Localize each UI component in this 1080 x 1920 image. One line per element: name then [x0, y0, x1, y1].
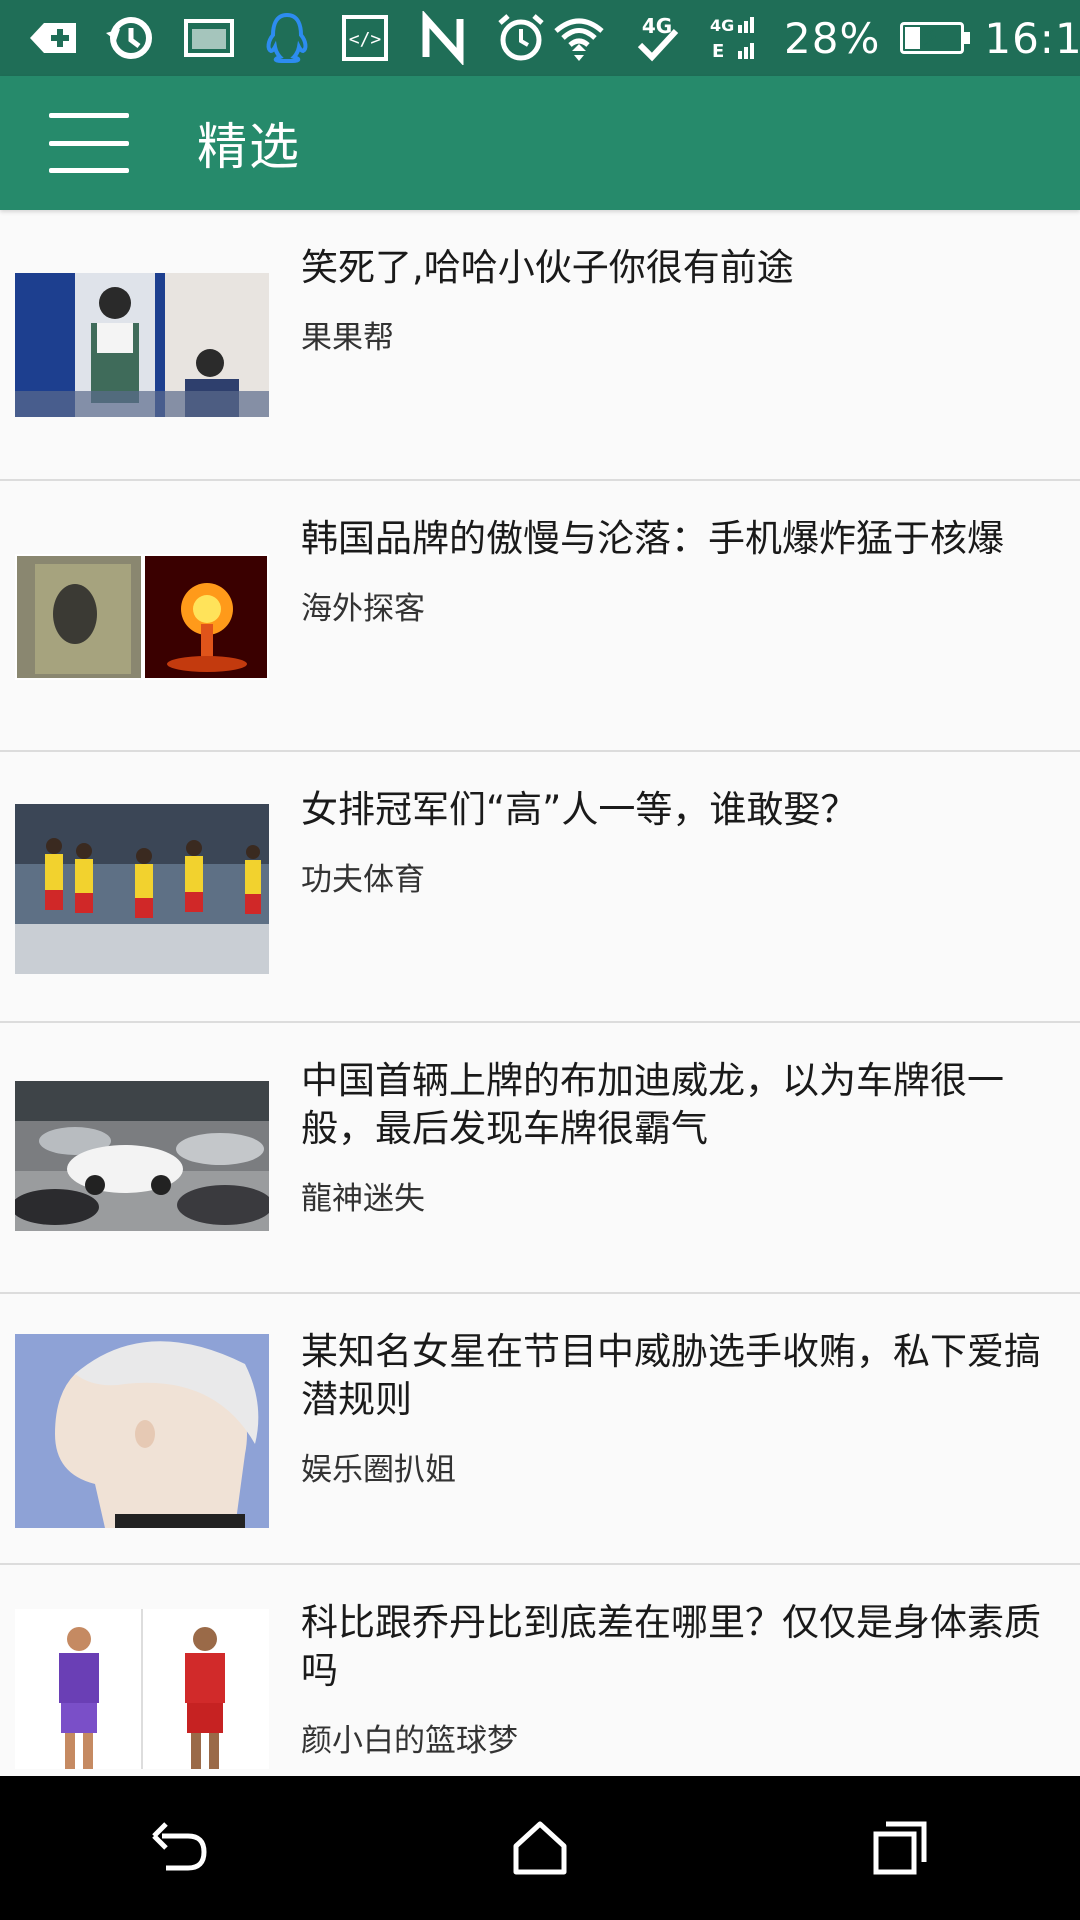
- article-item[interactable]: 科比跟乔丹比到底差在哪里？仅仅是身体素质吗 颜小白的篮球梦: [0, 1565, 1080, 1776]
- clock: 16:10: [984, 13, 1080, 63]
- menu-line: [49, 168, 129, 173]
- article-title: 中国首辆上牌的布加迪威龙，以为车牌很一般，最后发现车牌很霸气: [301, 1059, 1004, 1150]
- article-text: 中国首辆上牌的布加迪威龙，以为车牌很一般，最后发现车牌很霸气 龍神迷失: [301, 1057, 1066, 1218]
- app-bar: 精选: [0, 76, 1080, 210]
- menu-line: [49, 140, 129, 146]
- charging-icon: ⚡: [921, 23, 940, 53]
- article-thumbnail: [15, 554, 269, 680]
- svg-text:</>: </>: [349, 29, 382, 50]
- article-item[interactable]: 某知名女星在节目中威胁选手收贿，私下爱搞潜规则 娱乐圈扒姐: [0, 1294, 1080, 1565]
- article-thumbnail: [15, 1334, 269, 1528]
- article-source: 功夫体育: [301, 862, 425, 898]
- article-text: 笑死了,哈哈小伙子你很有前途 果果帮: [301, 244, 1066, 357]
- battery-percent: 28%: [784, 13, 881, 63]
- nfc-icon: [414, 9, 472, 67]
- recents-icon[interactable]: [840, 1788, 960, 1908]
- article-source: 龍神迷失: [301, 1181, 425, 1217]
- article-title: 某知名女星在节目中威胁选手收贿，私下爱搞潜规则: [301, 1330, 1041, 1421]
- system-status: 4G 4G E 28% ⚡ 16:10: [550, 9, 1080, 67]
- article-item[interactable]: 女排冠军们“高”人一等，谁敢娶？ 功夫体育: [0, 752, 1080, 1023]
- status-bar: </> 4G 4G E 28% ⚡ 16:10: [0, 0, 1080, 76]
- code-icon: </>: [336, 9, 394, 67]
- back-icon[interactable]: [120, 1788, 240, 1908]
- svg-text:4G: 4G: [642, 14, 672, 38]
- sync-icon: [102, 9, 160, 67]
- alarm-icon: [492, 9, 550, 67]
- article-feed[interactable]: 笑死了,哈哈小伙子你很有前途 果果帮 韩国品牌的傲慢与沦落：手机爆炸猛于核爆 海…: [0, 210, 1080, 1776]
- qq-icon: [258, 9, 316, 67]
- signal-icon: 4G E: [706, 9, 764, 67]
- wifi-icon: [550, 9, 608, 67]
- svg-text:4G: 4G: [710, 16, 734, 35]
- article-text: 科比跟乔丹比到底差在哪里？仅仅是身体素质吗 颜小白的篮球梦: [301, 1599, 1066, 1760]
- svg-text:E: E: [712, 41, 724, 62]
- battery-icon: ⚡: [900, 22, 971, 54]
- article-title: 女排冠军们“高”人一等，谁敢娶？: [301, 788, 858, 831]
- article-thumbnail: [15, 804, 269, 974]
- article-title: 笑死了,哈哈小伙子你很有前途: [301, 246, 794, 289]
- 4g-icon: 4G: [628, 9, 686, 67]
- article-thumbnail: [15, 1609, 269, 1769]
- article-source: 娱乐圈扒姐: [301, 1452, 456, 1488]
- article-source: 颜小白的篮球梦: [301, 1723, 518, 1759]
- notification-icons: </>: [24, 9, 550, 67]
- page-title: 精选: [197, 118, 301, 176]
- article-item[interactable]: 韩国品牌的傲慢与沦落：手机爆炸猛于核爆 海外探客: [0, 481, 1080, 752]
- article-item[interactable]: 中国首辆上牌的布加迪威龙，以为车牌很一般，最后发现车牌很霸气 龍神迷失: [0, 1023, 1080, 1294]
- article-text: 女排冠军们“高”人一等，谁敢娶？ 功夫体育: [301, 786, 1066, 899]
- article-thumbnail: [15, 273, 269, 417]
- home-icon[interactable]: [480, 1788, 600, 1908]
- hamburger-menu-icon[interactable]: [49, 113, 129, 173]
- article-text: 韩国品牌的傲慢与沦落：手机爆炸猛于核爆 海外探客: [301, 515, 1066, 628]
- article-item[interactable]: 笑死了,哈哈小伙子你很有前途 果果帮: [0, 210, 1080, 481]
- article-text: 某知名女星在节目中威胁选手收贿，私下爱搞潜规则 娱乐圈扒姐: [301, 1328, 1066, 1489]
- navigation-bar: [0, 1776, 1080, 1920]
- add-app-icon: [24, 9, 82, 67]
- article-title: 科比跟乔丹比到底差在哪里？仅仅是身体素质吗: [301, 1601, 1041, 1692]
- gallery-icon: [180, 9, 238, 67]
- menu-line: [49, 113, 129, 118]
- battery-fill: [905, 27, 921, 49]
- article-title: 韩国品牌的傲慢与沦落：手机爆炸猛于核爆: [301, 517, 1004, 560]
- article-source: 海外探客: [301, 591, 425, 627]
- article-thumbnail: [15, 1081, 269, 1231]
- article-source: 果果帮: [301, 320, 394, 356]
